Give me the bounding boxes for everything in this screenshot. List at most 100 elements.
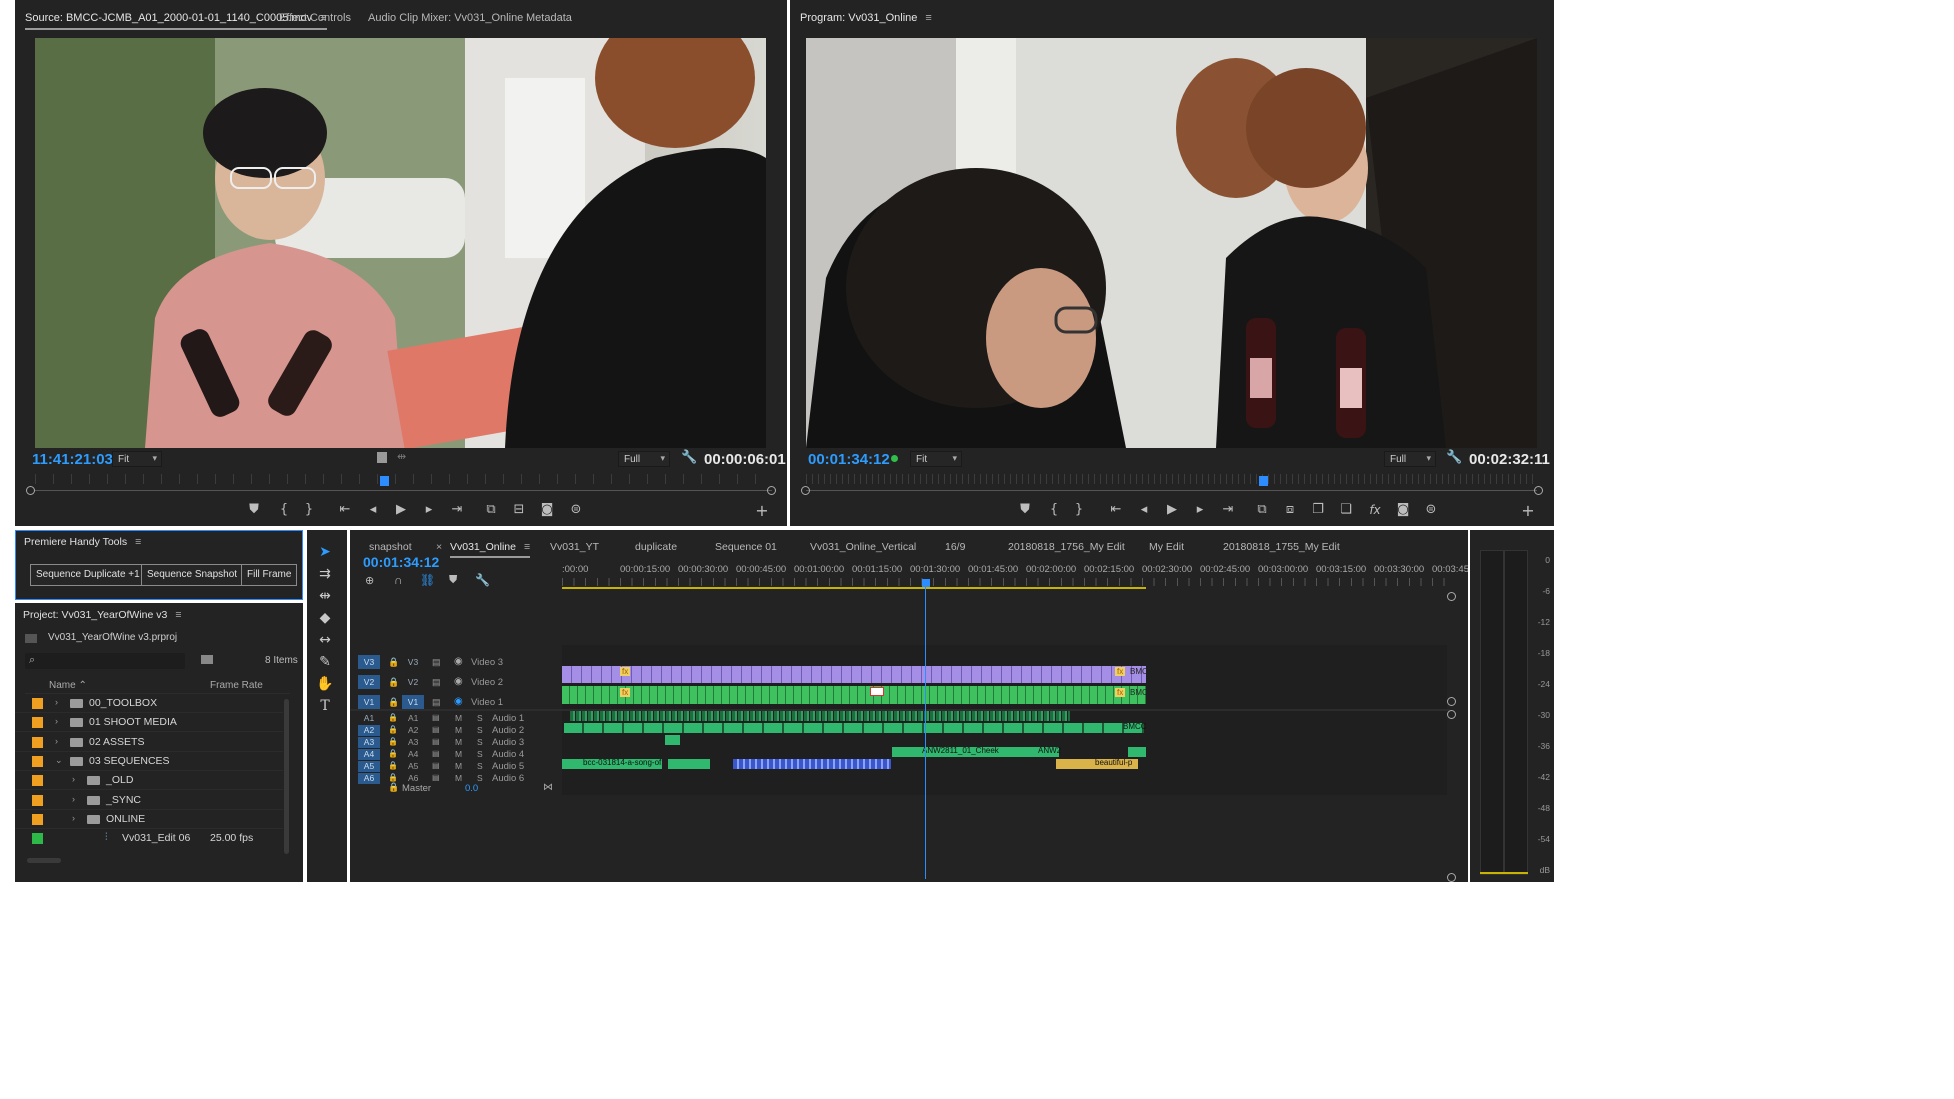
- program-scrub-track[interactable]: [806, 490, 1537, 491]
- tab-sequence[interactable]: × Vv031_Online ≡: [436, 541, 531, 558]
- master-end-icon[interactable]: ⋈: [543, 782, 553, 793]
- fill-frame-button[interactable]: Fill Frame: [241, 564, 298, 586]
- track-target[interactable]: A5: [408, 761, 418, 771]
- sync-lock-icon[interactable]: ▤: [432, 737, 440, 746]
- solo-button[interactable]: S: [477, 749, 483, 759]
- marker-icon[interactable]: ⛊: [244, 500, 264, 520]
- timeline-settings-icon[interactable]: 🔧: [475, 573, 490, 587]
- sync-lock-icon[interactable]: ▤: [432, 773, 440, 782]
- program-resolution-select[interactable]: Full ▾: [1384, 451, 1436, 467]
- chevron-down-icon[interactable]: ⌄: [55, 755, 63, 766]
- source-video-frame[interactable]: [35, 38, 766, 448]
- step-back-icon[interactable]: ◂: [363, 500, 383, 520]
- tab-sequence[interactable]: Sequence 01: [715, 541, 777, 553]
- tab-sequence[interactable]: Vv031_YT: [550, 541, 599, 553]
- step-forward-icon[interactable]: ▸: [419, 500, 439, 520]
- sync-lock-icon[interactable]: ▤: [432, 713, 440, 722]
- project-title[interactable]: Project: Vv031_YearOfWine v3 ≡: [23, 609, 182, 621]
- pen-tool-icon[interactable]: ✎: [315, 652, 335, 672]
- source-zoom-right-handle[interactable]: [767, 486, 776, 495]
- hand-tool-icon[interactable]: ✋: [315, 674, 335, 694]
- menu-icon[interactable]: ≡: [135, 536, 141, 548]
- go-to-in-icon[interactable]: ⇤: [335, 500, 355, 520]
- work-area-bar[interactable]: [562, 587, 1146, 589]
- list-item[interactable]: › _SYNC: [15, 791, 283, 810]
- extract-icon[interactable]: ⧈: [1280, 500, 1300, 520]
- search-input[interactable]: ⌕: [25, 653, 185, 669]
- label-color-swatch[interactable]: [32, 698, 43, 709]
- program-zoom-right-handle[interactable]: [1534, 486, 1543, 495]
- snap-icon[interactable]: ∩: [394, 573, 403, 587]
- program-timecode[interactable]: 00:01:34:12: [808, 451, 890, 468]
- tab-sequence[interactable]: Vv031_Online_Vertical: [810, 541, 916, 553]
- track-target[interactable]: V2: [402, 675, 424, 689]
- source-patch[interactable]: V1: [358, 695, 380, 709]
- list-item[interactable]: ⫶ Vv031_Edit 06 25.00 fps: [15, 829, 283, 848]
- sync-lock-icon[interactable]: ▤: [432, 725, 440, 734]
- list-item[interactable]: › ONLINE: [15, 810, 283, 829]
- vr-icon[interactable]: ❏: [1336, 500, 1356, 520]
- audio-track-header[interactable]: A1 🔒 A1 ▤ M S Audio 1: [350, 713, 560, 725]
- project-vertical-scrollbar[interactable]: [284, 699, 289, 854]
- go-to-in-icon[interactable]: ⇤: [1106, 500, 1126, 520]
- solo-button[interactable]: S: [477, 773, 483, 783]
- audio3-clip[interactable]: [665, 735, 680, 745]
- mute-button[interactable]: M: [455, 725, 462, 735]
- audio4-clip-small[interactable]: [1128, 747, 1146, 757]
- source-patch[interactable]: A3: [358, 737, 380, 748]
- timeline-timecode[interactable]: 00:01:34:12: [363, 554, 439, 570]
- video-track-header[interactable]: V2 🔒 V2 ▤ ◉ Video 2: [350, 675, 560, 693]
- program-ruler[interactable]: [806, 474, 1537, 484]
- program-video-frame[interactable]: [806, 38, 1537, 448]
- video-track-header[interactable]: V3 🔒 V3 ▤ ◉ Video 3: [350, 655, 560, 673]
- scroll-handle-bottom[interactable]: [1447, 873, 1456, 882]
- chevron-right-icon[interactable]: ›: [55, 716, 58, 726]
- scroll-handle-top[interactable]: [1447, 592, 1456, 601]
- list-item[interactable]: › _OLD: [15, 771, 283, 791]
- lock-icon[interactable]: 🔒: [388, 737, 398, 746]
- mute-button[interactable]: M: [455, 713, 462, 723]
- play-icon[interactable]: ▶: [391, 500, 411, 520]
- selection-tool-icon[interactable]: ➤: [315, 542, 335, 562]
- drag-audio-icon[interactable]: ⇹: [397, 450, 406, 463]
- track-target[interactable]: A1: [408, 713, 418, 723]
- export-frame-icon[interactable]: ◙: [537, 500, 557, 520]
- go-to-out-icon[interactable]: ⇥: [447, 500, 467, 520]
- source-patch[interactable]: A4: [358, 749, 380, 760]
- fx-icon[interactable]: fx: [1365, 500, 1385, 520]
- menu-icon[interactable]: ≡: [524, 541, 530, 553]
- source-patch[interactable]: A6: [358, 773, 380, 784]
- add-button-icon[interactable]: +: [752, 501, 772, 521]
- step-forward-icon[interactable]: ▸: [1190, 500, 1210, 520]
- project-horizontal-scrollbar[interactable]: [27, 858, 61, 863]
- track-target[interactable]: A2: [408, 725, 418, 735]
- chevron-right-icon[interactable]: ›: [72, 794, 75, 804]
- audio1-clip-strip[interactable]: [570, 711, 1070, 721]
- ripple-edit-tool-icon[interactable]: ⇹: [315, 586, 335, 606]
- chevron-right-icon[interactable]: ›: [72, 774, 75, 784]
- insert-icon[interactable]: ⧉: [481, 500, 501, 520]
- lift-icon[interactable]: ⧉: [1252, 500, 1272, 520]
- video1-clip-strip[interactable]: [562, 686, 1146, 704]
- compare-icon[interactable]: ❐: [1308, 500, 1328, 520]
- master-lock-icon[interactable]: 🔒: [388, 782, 399, 793]
- source-zoom-select[interactable]: Fit ▾: [112, 451, 162, 467]
- nest-icon[interactable]: ⊕: [365, 574, 374, 587]
- drag-video-icon[interactable]: [377, 452, 387, 463]
- program-playhead[interactable]: [1259, 476, 1269, 486]
- master-value[interactable]: 0.0: [465, 783, 478, 794]
- add-marker-icon[interactable]: ⛊: [449, 574, 457, 587]
- mark-out-icon[interactable]: }: [1069, 500, 1089, 520]
- lock-icon[interactable]: 🔒: [388, 761, 398, 770]
- marker-icon[interactable]: ⛊: [1015, 500, 1035, 520]
- source-patch[interactable]: V3: [358, 655, 380, 669]
- audio-track-header[interactable]: A4 🔒 A4 ▤ M S Audio 4: [350, 749, 560, 761]
- sync-lock-icon[interactable]: ▤: [432, 761, 440, 770]
- eye-icon[interactable]: ◉: [454, 696, 463, 707]
- eye-icon[interactable]: ◉: [454, 656, 463, 667]
- lock-icon[interactable]: 🔒: [388, 713, 398, 722]
- label-color-swatch[interactable]: [32, 794, 43, 806]
- source-patch[interactable]: V2: [358, 675, 380, 689]
- add-button-icon[interactable]: +: [1518, 501, 1538, 521]
- mute-button[interactable]: M: [455, 737, 462, 747]
